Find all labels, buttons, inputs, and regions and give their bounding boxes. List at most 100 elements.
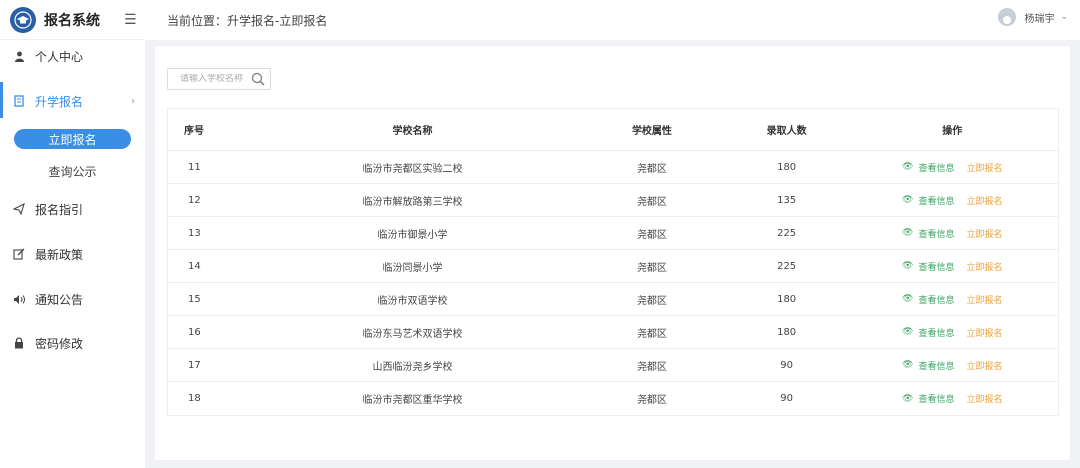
cell-no: 11 xyxy=(188,161,201,173)
view-info-label: 查看信息 xyxy=(918,328,955,339)
user-icon xyxy=(12,51,26,62)
top-header: 当前位置：升学报名-立即报名 杨瑞宇 ⌄ xyxy=(145,0,1080,40)
username: 杨瑞宇 xyxy=(1024,13,1055,25)
view-info-link[interactable]: 👁 查看信息 xyxy=(902,161,954,174)
apply-now-link[interactable]: 立即报名 xyxy=(966,359,1002,372)
sidebar-item-notice[interactable]: 通知公告 xyxy=(0,286,145,312)
cell-no: 17 xyxy=(188,359,201,371)
cell-school-name: 临汾市尧都区重华学校 xyxy=(362,395,463,406)
eye-icon: 👁 xyxy=(902,327,914,337)
cell-no: 15 xyxy=(188,293,201,305)
cell-no: 13 xyxy=(188,227,201,239)
cell-actions: 👁 查看信息 立即报名 xyxy=(846,260,1058,273)
cell-no: 18 xyxy=(188,393,201,404)
search-input[interactable] xyxy=(180,74,252,84)
table-row: 11 临汾市尧都区实验二校 尧都区 180 👁 查看信息 立即报名 xyxy=(168,151,1058,184)
sidebar-item-label: 升学报名 xyxy=(35,94,84,109)
table-row: 12 临汾市解放路第三学校 尧都区 135 👁 查看信息 立即报名 xyxy=(168,184,1058,217)
cell-admission-count: 180 xyxy=(777,161,797,173)
sub-item-query-public[interactable]: 查询公示 xyxy=(14,161,131,181)
table-row: 14 临汾同景小学 尧都区 225 👁 查看信息 立即报名 xyxy=(168,250,1058,283)
apply-now-link[interactable]: 立即报名 xyxy=(966,260,1002,273)
view-info-link[interactable]: 👁 查看信息 xyxy=(902,227,954,240)
cell-no: 16 xyxy=(188,326,201,338)
table-body: 11 临汾市尧都区实验二校 尧都区 180 👁 查看信息 立即报名 12 临汾市… xyxy=(168,151,1058,415)
main-panel: 序号 学校名称 学校属性 录取人数 操作 11 临汾市尧都区实验二校 尧都区 1… xyxy=(155,46,1070,460)
cell-school-name: 临汾市双语学校 xyxy=(377,295,448,307)
cap-logo-icon xyxy=(10,6,36,33)
view-info-label: 查看信息 xyxy=(918,361,955,372)
cell-school-attr: 尧都区 xyxy=(636,395,667,406)
apply-now-link[interactable]: 立即报名 xyxy=(966,326,1002,339)
document-icon xyxy=(12,95,26,107)
cell-school-name: 临汾同景小学 xyxy=(382,262,443,274)
avatar xyxy=(998,8,1017,26)
col-header-count: 录取人数 xyxy=(766,126,807,137)
cell-admission-count: 90 xyxy=(780,359,793,371)
eye-icon: 👁 xyxy=(902,162,914,172)
cell-actions: 👁 查看信息 立即报名 xyxy=(846,161,1058,174)
col-header-attr: 学校属性 xyxy=(631,126,672,137)
view-info-label: 查看信息 xyxy=(918,229,955,240)
sidebar-item-label: 报名指引 xyxy=(35,202,84,217)
table-row: 16 临汾东马艺术双语学校 尧都区 180 👁 查看信息 立即报名 xyxy=(168,316,1058,349)
eye-icon: 👁 xyxy=(902,261,914,271)
sidebar-item-policy[interactable]: 最新政策 xyxy=(0,241,145,267)
sub-item-apply-now[interactable]: 立即报名 xyxy=(14,129,131,149)
search-icon[interactable] xyxy=(251,72,265,89)
edit-icon xyxy=(12,248,26,260)
apply-now-link[interactable]: 立即报名 xyxy=(966,392,1002,405)
sidebar-item-enrollment[interactable]: 升学报名 › xyxy=(0,88,145,114)
chevron-down-icon: ⌄ xyxy=(1060,12,1068,22)
cell-school-attr: 尧都区 xyxy=(636,361,667,373)
view-info-link[interactable]: 👁 查看信息 xyxy=(902,359,954,372)
menu-toggle-icon[interactable]: ☰ xyxy=(124,12,137,28)
sidebar-item-label: 密码修改 xyxy=(35,336,84,351)
user-menu[interactable]: 杨瑞宇 ⌄ xyxy=(998,8,1068,26)
cell-actions: 👁 查看信息 立即报名 xyxy=(846,359,1058,372)
search-box xyxy=(167,68,271,90)
view-info-label: 查看信息 xyxy=(918,395,955,405)
view-info-link[interactable]: 👁 查看信息 xyxy=(902,392,955,406)
speaker-icon xyxy=(12,294,26,305)
table-row: 17 山西临汾尧乡学校 尧都区 90 👁 查看信息 立即报名 xyxy=(168,349,1058,382)
cell-no: 14 xyxy=(188,260,201,272)
eye-icon: 👁 xyxy=(902,228,914,238)
sidebar-item-password[interactable]: 密码修改 xyxy=(0,330,145,356)
app-title: 报名系统 xyxy=(44,12,100,29)
sidebar-item-label: 个人中心 xyxy=(35,49,84,64)
view-info-label: 查看信息 xyxy=(918,295,955,306)
apply-now-link[interactable]: 立即报名 xyxy=(966,194,1002,207)
cell-no: 12 xyxy=(188,194,201,206)
cell-actions: 👁 查看信息 立即报名 xyxy=(846,326,1058,339)
view-info-link[interactable]: 👁 查看信息 xyxy=(902,260,954,273)
cell-school-attr: 尧都区 xyxy=(636,295,667,307)
cell-school-name: 临汾东马艺术双语学校 xyxy=(362,328,463,340)
cell-actions: 👁 查看信息 立即报名 xyxy=(846,392,1058,406)
table-row: 18 临汾市尧都区重华学校 尧都区 90 👁 查看信息 立即报名 xyxy=(168,382,1058,415)
view-info-link[interactable]: 👁 查看信息 xyxy=(902,293,954,306)
eye-icon: 👁 xyxy=(902,294,914,304)
cell-school-attr: 尧都区 xyxy=(636,196,667,208)
paper-plane-icon xyxy=(12,203,26,215)
cell-actions: 👁 查看信息 立即报名 xyxy=(846,227,1058,240)
cell-school-attr: 尧都区 xyxy=(636,229,667,241)
sidebar-item-personal-center[interactable]: 个人中心 xyxy=(0,43,145,69)
table-header: 序号 学校名称 学校属性 录取人数 操作 xyxy=(168,109,1058,151)
view-info-label: 查看信息 xyxy=(918,163,955,174)
sidebar-item-guide[interactable]: 报名指引 xyxy=(0,196,145,222)
apply-now-link[interactable]: 立即报名 xyxy=(966,161,1002,174)
chevron-right-icon: › xyxy=(131,95,135,107)
sidebar-item-label: 最新政策 xyxy=(35,247,84,262)
view-info-link[interactable]: 👁 查看信息 xyxy=(902,326,954,339)
col-header-name: 学校名称 xyxy=(392,126,433,137)
apply-now-link[interactable]: 立即报名 xyxy=(966,227,1002,240)
cell-school-attr: 尧都区 xyxy=(636,163,667,175)
cell-admission-count: 90 xyxy=(780,393,793,404)
cell-admission-count: 225 xyxy=(777,260,797,272)
cell-admission-count: 225 xyxy=(777,227,797,239)
view-info-label: 查看信息 xyxy=(918,262,955,273)
table-row: 15 临汾市双语学校 尧都区 180 👁 查看信息 立即报名 xyxy=(168,283,1058,316)
apply-now-link[interactable]: 立即报名 xyxy=(966,293,1002,306)
view-info-link[interactable]: 👁 查看信息 xyxy=(902,194,954,207)
